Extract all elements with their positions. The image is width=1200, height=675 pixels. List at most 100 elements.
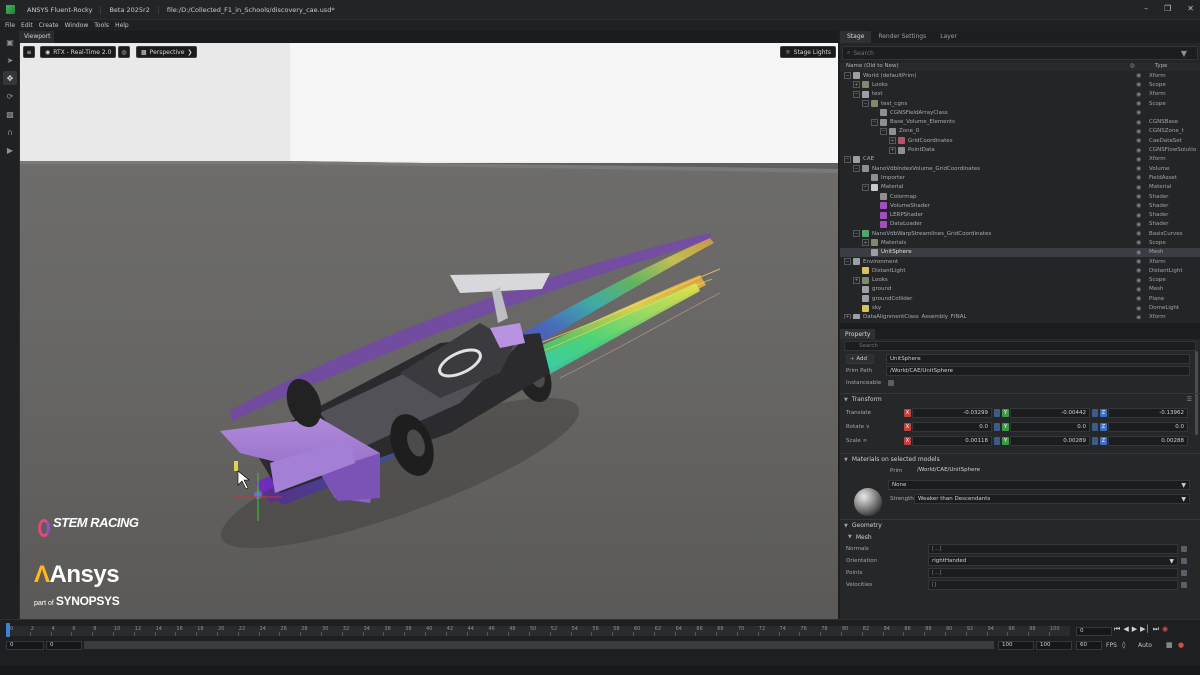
stage-tree-row[interactable]: − test_cgns ◉ Scope xyxy=(840,99,1200,108)
menu-help[interactable]: Help xyxy=(112,22,132,29)
visibility-eye-icon[interactable]: ◉ xyxy=(1136,230,1141,237)
settings-button[interactable]: ≡ xyxy=(23,46,35,58)
menu-edit[interactable]: Edit xyxy=(18,22,36,29)
translate-x-field[interactable]: -0.03299 xyxy=(912,408,992,418)
move-icon[interactable]: ✥ xyxy=(3,71,17,85)
expand-toggle-icon[interactable]: − xyxy=(871,118,878,126)
link-chain-icon[interactable]: ∞ xyxy=(863,438,868,444)
visibility-eye-icon[interactable]: ◉ xyxy=(1136,91,1141,98)
end-inner-field[interactable]: 100 xyxy=(998,641,1034,650)
stage-tree-row[interactable]: DistantLight ◉ DistantLight xyxy=(840,266,1200,275)
timeline-playhead[interactable] xyxy=(6,623,10,637)
normals-field[interactable]: [...] xyxy=(928,544,1178,554)
stage-tree-row[interactable]: DataLoader ◉ Shader xyxy=(840,220,1200,229)
expand-toggle-icon[interactable]: − xyxy=(844,258,851,266)
stage-tree-row[interactable]: Colormap ◉ Shader xyxy=(840,192,1200,201)
timeline-ruler[interactable]: 0 2 4 6 8 10 12 14 16 18 20 22 24 26 28 30 32 34 36 38 40 42 4… xyxy=(6,626,1070,636)
rotate-x-field[interactable]: 0.0 xyxy=(912,422,992,432)
transform-menu-icon[interactable]: ☰ xyxy=(1187,396,1192,403)
stage-tree-row[interactable]: LERPShader ◉ Shader xyxy=(840,210,1200,219)
orientation-checkbox[interactable] xyxy=(1181,558,1187,564)
visibility-eye-icon[interactable]: ◉ xyxy=(1136,184,1141,191)
column-name[interactable]: Name (Old to New) xyxy=(840,63,1130,71)
rotate-y-field[interactable]: 0.0 xyxy=(1010,422,1090,432)
material-dropdown[interactable]: None ▼ xyxy=(888,480,1190,490)
eye-button[interactable]: ◎ xyxy=(118,46,130,58)
link-icon[interactable] xyxy=(994,409,1000,417)
frame-icon[interactable]: ▣ xyxy=(3,35,17,49)
visibility-eye-icon[interactable]: ◉ xyxy=(1136,314,1141,319)
visibility-eye-icon[interactable]: ◉ xyxy=(1136,267,1141,274)
prim-path-field[interactable]: /World/CAE/UnitSphere xyxy=(886,366,1190,376)
fps-field[interactable]: 60 xyxy=(1076,641,1102,650)
play-icon[interactable]: ▶ xyxy=(3,143,17,157)
translate-y-field[interactable]: -0.00442 xyxy=(1010,408,1090,418)
stage-tree-row[interactable]: − NanoVdbIndexVolume_GridCoordinates ◉ Volu… xyxy=(840,164,1200,173)
tab-property[interactable]: Property xyxy=(840,329,876,339)
close-icon[interactable]: ✕ xyxy=(1187,4,1194,13)
stage-tree-row[interactable]: − Zone_0 ◉ CGNSZone_t xyxy=(840,127,1200,136)
velocities-checkbox[interactable] xyxy=(1181,582,1187,588)
scale-y-field[interactable]: 0.00289 xyxy=(1010,436,1090,446)
column-type[interactable]: Type xyxy=(1135,63,1168,71)
viewport[interactable]: ≡ ◉ RTX - Real-Time 2.0 ◎ ▩ Perspective … xyxy=(20,43,838,619)
translate-z-field[interactable]: -0.13962 xyxy=(1108,408,1188,418)
go-to-end-icon[interactable]: ⏭ xyxy=(1153,625,1159,634)
menu-create[interactable]: Create xyxy=(36,22,62,29)
stage-tree-row[interactable]: − Base_Volume_Elements ◉ CGNSBase xyxy=(840,117,1200,126)
link-icon[interactable] xyxy=(994,437,1000,445)
prim-name-field[interactable]: UnitSphere xyxy=(886,354,1190,364)
mesh-section-header[interactable]: ▼ Mesh xyxy=(840,531,1200,543)
start-inner-field[interactable]: 0 xyxy=(46,641,82,650)
scale-x-field[interactable]: 0.00118 xyxy=(912,436,992,446)
expand-toggle-icon[interactable]: + xyxy=(853,276,860,284)
expand-toggle-icon[interactable]: + xyxy=(844,313,851,319)
minimize-icon[interactable]: – xyxy=(1144,4,1148,13)
link-icon[interactable] xyxy=(994,423,1000,431)
rotate-z-field[interactable]: 0.0 xyxy=(1108,422,1188,432)
stage-tree-row[interactable]: + PointData ◉ CGNSFlowSolutio xyxy=(840,145,1200,154)
camera-button[interactable]: ▩ Perspective ❯ xyxy=(136,46,198,58)
tab-stage[interactable]: Stage xyxy=(840,31,872,43)
stage-search-input[interactable]: ⌕ Search ▼ xyxy=(842,46,1198,60)
points-field[interactable]: [...] xyxy=(928,568,1178,578)
velocities-field[interactable]: [] xyxy=(928,580,1178,590)
expand-toggle-icon[interactable]: − xyxy=(853,90,860,98)
stage-tree-row[interactable]: + Materials ◉ Scope xyxy=(840,238,1200,247)
expand-toggle-icon[interactable]: − xyxy=(844,72,851,80)
timeline-range-bar[interactable] xyxy=(84,641,994,649)
menu-tools[interactable]: Tools xyxy=(91,22,112,29)
instanceable-checkbox[interactable] xyxy=(888,380,894,386)
stage-tree-row[interactable]: Importer ◉ FieldAsset xyxy=(840,173,1200,182)
geometry-section-header[interactable]: ▼ Geometry xyxy=(840,519,1200,531)
stage-tree-row[interactable]: + DataAlignmentClass_Assembly_FINAL ◉ Xform xyxy=(840,313,1200,319)
stage-lights-button[interactable]: ☼ Stage Lights xyxy=(780,46,836,58)
keyframe-icon[interactable]: ◊ xyxy=(1122,641,1125,649)
tab-viewport[interactable]: Viewport xyxy=(20,31,54,43)
stage-tree-row[interactable]: − Material ◉ Material xyxy=(840,183,1200,192)
visibility-eye-icon[interactable]: ◉ xyxy=(1136,174,1141,181)
visibility-eye-icon[interactable]: ◉ xyxy=(1136,305,1141,312)
visibility-eye-icon[interactable]: ◉ xyxy=(1136,156,1141,163)
materials-section-header[interactable]: ▼ Materials on selected models xyxy=(840,453,1200,465)
add-button[interactable]: + Add xyxy=(846,354,874,364)
rotate-label[interactable]: Rotate ∨ xyxy=(846,424,870,430)
points-checkbox[interactable] xyxy=(1181,570,1187,576)
restore-icon[interactable]: ❐ xyxy=(1164,4,1171,13)
normals-checkbox[interactable] xyxy=(1181,546,1187,552)
link-icon[interactable] xyxy=(1092,423,1098,431)
stage-tree-row[interactable]: − World (defaultPrim) ◉ Xform xyxy=(840,71,1200,80)
step-back-icon[interactable]: ◀ xyxy=(1123,625,1128,634)
current-time-field[interactable]: 0 xyxy=(1076,627,1112,636)
expand-toggle-icon[interactable]: − xyxy=(853,230,860,238)
scale-z-field[interactable]: 0.00288 xyxy=(1108,436,1188,446)
renderer-button[interactable]: ◉ RTX - Real-Time 2.0 xyxy=(40,46,117,58)
stage-tree-row[interactable]: + GridCoordinates ◉ CaeDataSet xyxy=(840,136,1200,145)
expand-toggle-icon[interactable]: + xyxy=(853,81,860,89)
link-icon[interactable] xyxy=(1092,437,1098,445)
tab-layer[interactable]: Layer xyxy=(933,31,964,43)
grid-settings-icon[interactable]: ▦ xyxy=(1166,641,1173,649)
visibility-eye-icon[interactable]: ◉ xyxy=(1136,147,1141,154)
stage-tree-row[interactable]: − CAE ◉ Xform xyxy=(840,155,1200,164)
strength-dropdown[interactable]: Weaker than Descendants ▼ xyxy=(914,494,1190,504)
